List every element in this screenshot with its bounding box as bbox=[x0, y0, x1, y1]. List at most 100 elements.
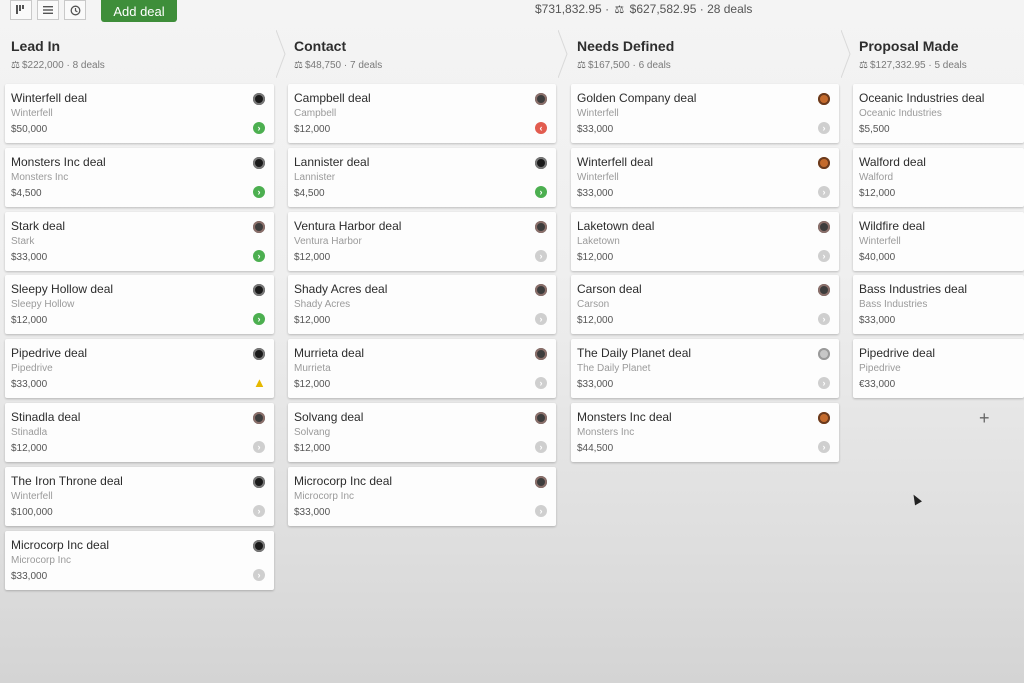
deal-title[interactable]: Lannister deal bbox=[294, 155, 369, 169]
deal-title[interactable]: Wildfire deal bbox=[859, 219, 925, 233]
stage-summary: ⚖ $167,500 · 6 deals bbox=[577, 60, 671, 71]
deal-title[interactable]: Bass Industries deal bbox=[859, 282, 967, 296]
deal-value: $33,000 bbox=[11, 252, 48, 263]
next-activity-icon[interactable]: › bbox=[253, 186, 265, 198]
stage-header: Lead In ⚖ $222,000 · 8 deals bbox=[5, 30, 274, 80]
deal-title[interactable]: The Daily Planet deal bbox=[577, 346, 691, 360]
no-activity-icon[interactable]: › bbox=[535, 441, 547, 453]
deal-title[interactable]: Laketown deal bbox=[577, 219, 654, 233]
next-activity-icon[interactable]: › bbox=[253, 313, 265, 325]
deal-card[interactable]: Stinadla deal Stinadla $12,000 › bbox=[5, 403, 274, 462]
deal-value: $5,500 bbox=[859, 124, 890, 135]
deal-card[interactable]: Laketown deal Laketown $12,000 › bbox=[571, 212, 839, 271]
pipeline-view-icon[interactable] bbox=[10, 0, 32, 20]
deal-card[interactable]: The Daily Planet deal The Daily Planet $33… bbox=[571, 339, 839, 398]
list-view-icon[interactable] bbox=[37, 0, 59, 20]
deal-card[interactable]: Bass Industries deal Bass Industries $33,0… bbox=[853, 275, 1024, 334]
deal-card[interactable]: Sleepy Hollow deal Sleepy Hollow $12,000 › bbox=[5, 275, 274, 334]
no-activity-icon[interactable]: › bbox=[253, 505, 265, 517]
no-activity-icon[interactable]: › bbox=[535, 505, 547, 517]
no-activity-icon[interactable]: › bbox=[818, 186, 830, 198]
deal-card[interactable]: Ventura Harbor deal Ventura Harbor $12,000… bbox=[288, 212, 556, 271]
deal-card[interactable]: Golden Company deal Winterfell $33,000 › bbox=[571, 84, 839, 143]
no-activity-icon[interactable]: › bbox=[253, 441, 265, 453]
deal-card[interactable]: Monsters Inc deal Monsters Inc $4,500 › bbox=[5, 148, 274, 207]
add-deal-button[interactable]: Add deal bbox=[101, 0, 177, 22]
no-activity-icon[interactable]: › bbox=[818, 313, 830, 325]
deal-title[interactable]: Shady Acres deal bbox=[294, 282, 387, 296]
owner-avatar bbox=[818, 221, 830, 233]
deal-card[interactable]: Pipedrive deal Pipedrive $33,000 ▲ bbox=[5, 339, 274, 398]
deal-title[interactable]: Walford deal bbox=[859, 155, 926, 169]
deal-title[interactable]: Monsters Inc deal bbox=[577, 410, 672, 424]
no-activity-icon[interactable]: › bbox=[535, 313, 547, 325]
deal-card[interactable]: Microcorp Inc deal Microcorp Inc $33,000 › bbox=[288, 467, 556, 526]
forecast-view-icon[interactable] bbox=[64, 0, 86, 20]
deal-title[interactable]: Carson deal bbox=[577, 282, 642, 296]
deal-title[interactable]: Microcorp Inc deal bbox=[11, 538, 109, 552]
deal-card[interactable]: Stark deal Stark $33,000 › bbox=[5, 212, 274, 271]
warning-icon[interactable]: ▲ bbox=[253, 376, 266, 389]
deal-organization: Shady Acres bbox=[294, 299, 351, 310]
no-activity-icon[interactable]: › bbox=[818, 250, 830, 262]
deal-card[interactable]: Wildfire deal Winterfell $40,000 bbox=[853, 212, 1024, 271]
deal-card[interactable]: Carson deal Carson $12,000 › bbox=[571, 275, 839, 334]
deal-title[interactable]: Murrieta deal bbox=[294, 346, 364, 360]
stage-title: Lead In bbox=[11, 38, 61, 54]
deal-title[interactable]: Pipedrive deal bbox=[11, 346, 87, 360]
deal-value: $12,000 bbox=[294, 252, 331, 263]
deal-card[interactable]: Lannister deal Lannister $4,500 › bbox=[288, 148, 556, 207]
deal-title[interactable]: Sleepy Hollow deal bbox=[11, 282, 113, 296]
no-activity-icon[interactable]: › bbox=[818, 441, 830, 453]
owner-avatar bbox=[818, 412, 830, 424]
deal-card[interactable]: Winterfell deal Winterfell $50,000 › bbox=[5, 84, 274, 143]
owner-avatar bbox=[535, 157, 547, 169]
overdue-activity-icon[interactable]: ‹ bbox=[535, 122, 547, 134]
deal-title[interactable]: Stinadla deal bbox=[11, 410, 80, 424]
no-activity-icon[interactable]: › bbox=[535, 377, 547, 389]
deal-card[interactable]: Monsters Inc deal Monsters Inc $44,500 › bbox=[571, 403, 839, 462]
stage-title: Contact bbox=[294, 38, 347, 54]
deal-card[interactable]: Microcorp Inc deal Microcorp Inc $33,000 › bbox=[5, 531, 274, 590]
owner-avatar bbox=[253, 540, 265, 552]
deal-card[interactable]: Campbell deal Campbell $12,000 ‹ bbox=[288, 84, 556, 143]
no-activity-icon[interactable]: › bbox=[818, 377, 830, 389]
owner-avatar bbox=[253, 412, 265, 424]
no-activity-icon[interactable]: › bbox=[818, 122, 830, 134]
stage-column: Proposal Made ⚖ $127,332.95 · 5 deals bbox=[853, 30, 1024, 80]
no-activity-icon[interactable]: › bbox=[535, 250, 547, 262]
deal-title[interactable]: Winterfell deal bbox=[11, 91, 87, 105]
no-activity-icon[interactable]: › bbox=[253, 569, 265, 581]
stage-summary: ⚖ $127,332.95 · 5 deals bbox=[859, 60, 967, 71]
next-activity-icon[interactable]: › bbox=[253, 122, 265, 134]
deal-card[interactable]: Murrieta deal Murrieta $12,000 › bbox=[288, 339, 556, 398]
deal-card[interactable]: Solvang deal Solvang $12,000 › bbox=[288, 403, 556, 462]
owner-avatar bbox=[253, 476, 265, 488]
deal-value: $33,000 bbox=[11, 379, 48, 390]
deal-card[interactable]: Oceanic Industries deal Oceanic Industrie… bbox=[853, 84, 1024, 143]
deal-value: $50,000 bbox=[11, 124, 48, 135]
deal-card[interactable]: Walford deal Walford $12,000 bbox=[853, 148, 1024, 207]
weighted-value-icon: ⚖ bbox=[11, 60, 20, 71]
deal-title[interactable]: Oceanic Industries deal bbox=[859, 91, 984, 105]
deal-title[interactable]: Monsters Inc deal bbox=[11, 155, 106, 169]
deal-card[interactable]: Winterfell deal Winterfell $33,000 › bbox=[571, 148, 839, 207]
deal-title[interactable]: Microcorp Inc deal bbox=[294, 474, 392, 488]
deal-title[interactable]: The Iron Throne deal bbox=[11, 474, 123, 488]
deal-card[interactable]: The Iron Throne deal Winterfell $100,000 › bbox=[5, 467, 274, 526]
deal-title[interactable]: Ventura Harbor deal bbox=[294, 219, 401, 233]
deal-title[interactable]: Golden Company deal bbox=[577, 91, 696, 105]
deal-title[interactable]: Solvang deal bbox=[294, 410, 363, 424]
add-deal-plus-icon[interactable]: + bbox=[979, 408, 990, 429]
deal-title[interactable]: Stark deal bbox=[11, 219, 65, 233]
deal-card[interactable]: Pipedrive deal Pipedrive €33,000 bbox=[853, 339, 1024, 398]
next-activity-icon[interactable]: › bbox=[253, 250, 265, 262]
deal-title[interactable]: Pipedrive deal bbox=[859, 346, 935, 360]
deal-title[interactable]: Campbell deal bbox=[294, 91, 371, 105]
deal-title[interactable]: Winterfell deal bbox=[577, 155, 653, 169]
next-activity-icon[interactable]: › bbox=[535, 186, 547, 198]
deal-card[interactable]: Shady Acres deal Shady Acres $12,000 › bbox=[288, 275, 556, 334]
owner-avatar bbox=[818, 157, 830, 169]
stage-separator-icon bbox=[276, 30, 286, 78]
deal-value: $33,000 bbox=[294, 507, 331, 518]
